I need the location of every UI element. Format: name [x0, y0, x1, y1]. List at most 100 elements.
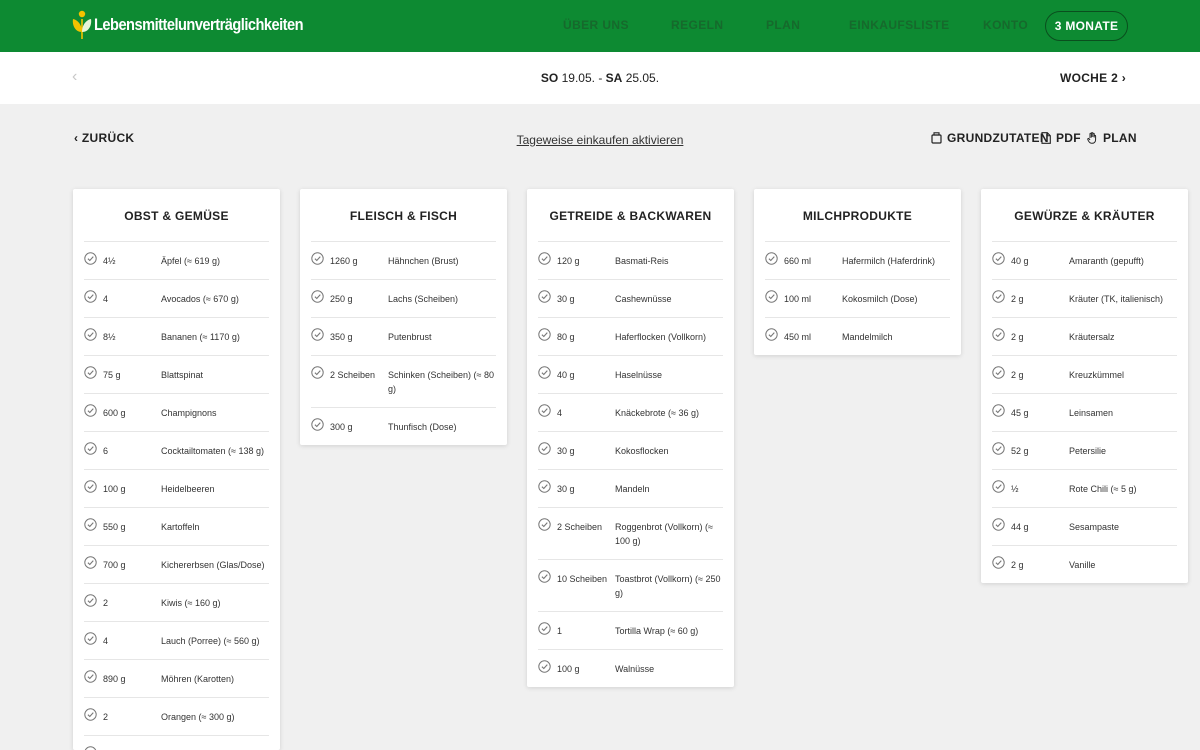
item-quantity: 300 g [330, 422, 353, 432]
check-circle-icon[interactable] [992, 252, 1005, 265]
check-circle-icon[interactable] [538, 290, 551, 303]
basics-button[interactable]: GRUNDZUTATEN [931, 131, 1049, 145]
check-circle-icon[interactable] [765, 290, 778, 303]
list-item[interactable]: 1 Tortilla Wrap (≈ 60 g) [538, 612, 723, 650]
check-circle-icon[interactable] [992, 556, 1005, 569]
check-circle-icon[interactable] [311, 418, 324, 431]
list-item[interactable]: 2 g Kräuter (TK, italienisch) [992, 280, 1177, 318]
list-item[interactable]: 45 g Leinsamen [992, 394, 1177, 432]
list-item[interactable]: 100 ml Kokosmilch (Dose) [765, 280, 950, 318]
check-circle-icon[interactable] [84, 556, 97, 569]
check-circle-icon[interactable] [84, 518, 97, 531]
site-logo[interactable]: Lebensmittelunverträglichkeiten [72, 9, 337, 41]
list-item[interactable]: ½ Rote Chili (≈ 5 g) [992, 470, 1177, 508]
check-circle-icon[interactable] [538, 660, 551, 673]
check-circle-icon[interactable] [538, 442, 551, 455]
list-item[interactable]: 2 Orangen (≈ 300 g) [84, 698, 269, 736]
nav-plan[interactable]: PLAN [766, 18, 800, 32]
list-item[interactable]: 4½ Äpfel (≈ 619 g) [84, 242, 269, 280]
list-item[interactable]: 4 Lauch (Porree) (≈ 560 g) [84, 622, 269, 660]
check-circle-icon[interactable] [992, 404, 1005, 417]
check-circle-icon[interactable] [538, 480, 551, 493]
check-circle-icon[interactable] [84, 442, 97, 455]
check-circle-icon[interactable] [84, 252, 97, 265]
list-item[interactable]: 890 g Möhren (Karotten) [84, 660, 269, 698]
check-circle-icon[interactable] [84, 746, 97, 750]
list-item[interactable]: 550 g Kartoffeln [84, 508, 269, 546]
check-circle-icon[interactable] [311, 290, 324, 303]
check-circle-icon[interactable] [538, 518, 551, 531]
list-item[interactable]: 44 g Sesampaste [992, 508, 1177, 546]
check-circle-icon[interactable] [992, 366, 1005, 379]
check-circle-icon[interactable] [84, 366, 97, 379]
nav-shopping-list[interactable]: EINKAUFSLISTE [849, 18, 950, 32]
list-item[interactable]: 450 ml Mandelmilch [765, 318, 950, 355]
list-item[interactable]: 1260 g Hähnchen (Brust) [311, 242, 496, 280]
check-circle-icon[interactable] [538, 328, 551, 341]
check-circle-icon[interactable] [84, 404, 97, 417]
check-circle-icon[interactable] [311, 328, 324, 341]
item-quantity: 100 g [103, 484, 126, 494]
three-months-button[interactable]: 3 MONATE [1045, 11, 1128, 41]
list-item[interactable]: 2 g Kreuzkümmel [992, 356, 1177, 394]
list-item[interactable]: 75 g Blattspinat [84, 356, 269, 394]
list-item[interactable]: 350 g Putenbrust [311, 318, 496, 356]
check-circle-icon[interactable] [538, 404, 551, 417]
nav-rules[interactable]: REGELN [671, 18, 723, 32]
check-circle-icon[interactable] [992, 290, 1005, 303]
next-week-button[interactable]: WOCHE 2 › [1060, 71, 1126, 85]
list-item[interactable]: 4 Knäckebrote (≈ 36 g) [538, 394, 723, 432]
check-circle-icon[interactable] [992, 480, 1005, 493]
check-circle-icon[interactable] [538, 252, 551, 265]
list-item[interactable]: 660 ml Hafermilch (Haferdrink) [765, 242, 950, 280]
list-item[interactable]: 120 g Basmati-Reis [538, 242, 723, 280]
check-circle-icon[interactable] [311, 366, 324, 379]
list-item[interactable]: 100 g Heidelbeeren [84, 470, 269, 508]
list-item[interactable]: 30 g Kokosflocken [538, 432, 723, 470]
check-circle-icon[interactable] [84, 670, 97, 683]
nav-about[interactable]: ÜBER UNS [563, 18, 629, 32]
list-item[interactable]: 52 g Petersilie [992, 432, 1177, 470]
check-circle-icon[interactable] [84, 708, 97, 721]
check-circle-icon[interactable] [538, 622, 551, 635]
list-item[interactable]: 8½ Bananen (≈ 1170 g) [84, 318, 269, 356]
list-item[interactable]: 600 g Champignons [84, 394, 269, 432]
check-circle-icon[interactable] [84, 328, 97, 341]
list-item[interactable]: 30 g Cashewnüsse [538, 280, 723, 318]
item-quantity: 100 ml [784, 294, 812, 304]
pdf-button[interactable]: PDF [1041, 131, 1081, 145]
check-circle-icon[interactable] [538, 570, 551, 583]
list-item[interactable]: 80 g Haferflocken (Vollkorn) [538, 318, 723, 356]
daywise-shopping-link[interactable]: Tageweise einkaufen aktivieren [517, 133, 684, 147]
list-item[interactable]: 2 g Vanille [992, 546, 1177, 583]
check-circle-icon[interactable] [765, 252, 778, 265]
list-item[interactable]: 10 Scheiben Toastbrot (Vollkorn) (≈ 250 g… [538, 560, 723, 612]
check-circle-icon[interactable] [538, 366, 551, 379]
logo-text: Lebensmittelunverträglichkeiten [94, 15, 304, 34]
check-circle-icon[interactable] [311, 252, 324, 265]
list-item[interactable]: 1½Paprika (rot) (≈ 233 g) [84, 736, 269, 750]
nav-account[interactable]: KONTO [983, 18, 1028, 32]
list-item[interactable]: 40 g Amaranth (gepufft) [992, 242, 1177, 280]
list-item[interactable]: 2 Scheiben Schinken (Scheiben) (≈ 80 g) [311, 356, 496, 408]
list-item[interactable]: 40 g Haselnüsse [538, 356, 723, 394]
list-item[interactable]: 250 g Lachs (Scheiben) [311, 280, 496, 318]
list-item[interactable]: 100 g Walnüsse [538, 650, 723, 687]
check-circle-icon[interactable] [84, 594, 97, 607]
list-item[interactable]: 6 Cocktailtomaten (≈ 138 g) [84, 432, 269, 470]
list-item[interactable]: 30 g Mandeln [538, 470, 723, 508]
check-circle-icon[interactable] [992, 328, 1005, 341]
list-item[interactable]: 2 g Kräutersalz [992, 318, 1177, 356]
check-circle-icon[interactable] [84, 480, 97, 493]
list-item[interactable]: 2 Scheiben Roggenbrot (Vollkorn) (≈ 100 g… [538, 508, 723, 560]
list-item[interactable]: 700 g Kichererbsen (Glas/Dose) [84, 546, 269, 584]
list-item[interactable]: 2 Kiwis (≈ 160 g) [84, 584, 269, 622]
check-circle-icon[interactable] [84, 632, 97, 645]
list-item[interactable]: 300 g Thunfisch (Dose) [311, 408, 496, 445]
check-circle-icon[interactable] [765, 328, 778, 341]
check-circle-icon[interactable] [992, 442, 1005, 455]
plan-button[interactable]: PLAN [1087, 131, 1137, 145]
check-circle-icon[interactable] [84, 290, 97, 303]
check-circle-icon[interactable] [992, 518, 1005, 531]
list-item[interactable]: 4 Avocados (≈ 670 g) [84, 280, 269, 318]
